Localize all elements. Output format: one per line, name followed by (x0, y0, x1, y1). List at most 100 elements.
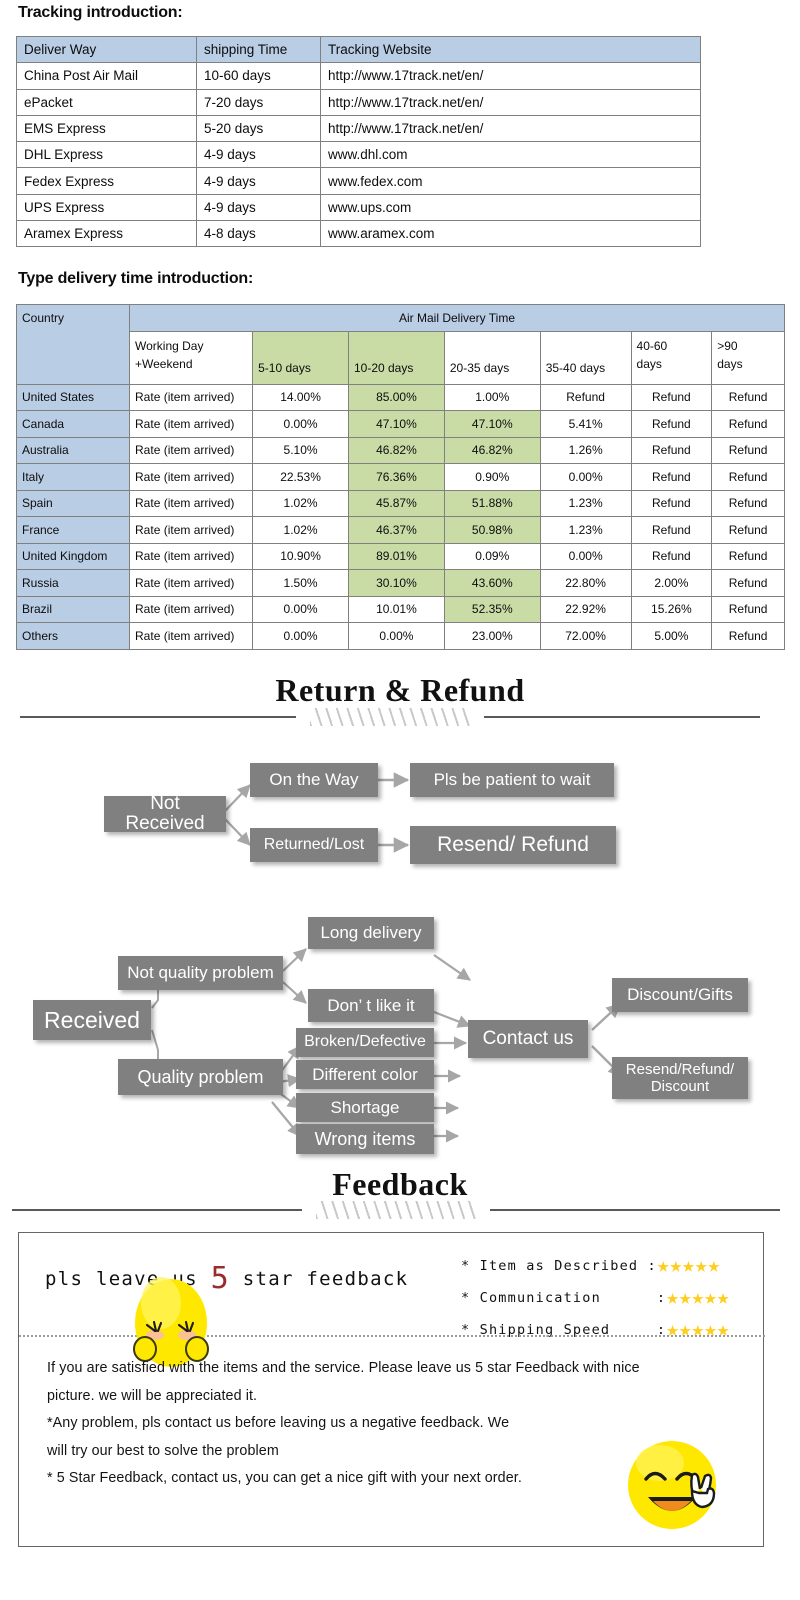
table-row: Spain Rate (item arrived) 1.02% 45.87% 51.88… (15, 489, 785, 517)
delivery-value-cell: 23.00% (443, 622, 541, 650)
delivery-sub-header: >90 days (711, 330, 785, 385)
flow-box-quality-problem: Quality problem (118, 1059, 283, 1095)
feedback-lead-post: star feedback (229, 1268, 409, 1290)
delivery-value-cell: 30.10% (347, 569, 445, 597)
delivery-value-cell: 1.02% (252, 516, 349, 544)
tracking-cell: 4-9 days (196, 167, 321, 195)
flow-box-different-color: Different color (296, 1060, 434, 1089)
delivery-value-cell: Refund (630, 489, 713, 517)
delivery-value-cell: 2.00% (630, 569, 713, 597)
delivery-value-cell: Refund (711, 489, 785, 517)
table-row: EMS Express 5-20 days http://www.17track.n… (16, 114, 701, 143)
delivery-country-cell: France (15, 516, 131, 544)
flow-box-wrong-items: Wrong items (296, 1124, 434, 1154)
delivery-value-cell: 46.82% (347, 436, 445, 464)
tracking-website-cell[interactable]: http://www.17track.net/en/ (320, 88, 701, 116)
delivery-value-cell: Refund (711, 436, 785, 464)
delivery-value-cell: 1.26% (539, 436, 632, 464)
divider-hatch (316, 1201, 476, 1219)
tracking-website-cell[interactable]: http://www.17track.net/en/ (320, 62, 701, 90)
tracking-cell: 10-60 days (196, 62, 321, 90)
flow-box-returned-lost: Returned/Lost (250, 828, 378, 862)
flow-box-broken-defective: Broken/Defective (296, 1028, 434, 1057)
delivery-value-cell: Refund (630, 436, 713, 464)
table-row: Fedex Express 4-9 days www.fedex.com (16, 167, 701, 195)
tracking-website-cell[interactable]: http://www.17track.net/en/ (320, 114, 701, 143)
divider-hatch (310, 708, 470, 726)
tracking-cell: ePacket (16, 88, 197, 116)
flow-box-not-quality-problem: Not quality problem (118, 956, 283, 990)
delivery-country-cell: Brazil (15, 595, 131, 623)
delivery-value-cell: 0.00% (347, 622, 445, 650)
table-row: Italy Rate (item arrived) 22.53% 76.36% 0.90… (15, 463, 785, 491)
tracking-cell: Aramex Express (16, 220, 197, 248)
tracking-website-cell[interactable]: www.dhl.com (320, 141, 701, 169)
delivery-heading: Type delivery time introduction: (18, 270, 254, 287)
delivery-country-cell: United Kingdom (15, 542, 131, 570)
table-row: UPS Express 4-9 days www.ups.com (16, 193, 701, 222)
table-row: Brazil Rate (item arrived) 0.00% 10.01% 52.3… (15, 595, 785, 623)
rating-stars: ★★★★★ (666, 1285, 730, 1309)
delivery-value-cell: 1.00% (443, 383, 541, 411)
delivery-value-cell: 43.60% (443, 569, 541, 597)
delivery-value-cell: Refund (711, 516, 785, 544)
delivery-value-cell: 5.00% (630, 622, 713, 650)
divider-rule-left (20, 716, 296, 718)
tracking-website-cell[interactable]: www.fedex.com (320, 167, 701, 195)
product-shipping-info-page: Tracking introduction: Deliver Way shippi… (0, 0, 800, 1600)
tracking-cell: Fedex Express (16, 167, 197, 195)
delivery-value-cell: 47.10% (443, 410, 541, 438)
delivery-rate-label-cell: Rate (item arrived) (129, 622, 254, 650)
feedback-title: Feedback (332, 1166, 468, 1202)
flow-box-pls-wait: Pls be patient to wait (410, 763, 614, 797)
return-refund-title: Return & Refund (275, 672, 525, 708)
tracking-cell: EMS Express (16, 114, 197, 143)
delivery-value-cell: Refund (711, 542, 785, 570)
rating-row-communication: * Communication : ★★★★★ (461, 1287, 729, 1308)
tracking-cell: 5-20 days (196, 114, 321, 143)
flow-box-resend-refund-discount: Resend/Refund/ Discount (612, 1057, 748, 1099)
delivery-rate-label-cell: Rate (item arrived) (129, 410, 254, 438)
delivery-value-cell: 47.10% (347, 410, 445, 438)
delivery-rate-label-cell: Rate (item arrived) (129, 489, 254, 517)
divider-rule-left (12, 1209, 302, 1211)
delivery-value-cell: 89.01% (347, 542, 445, 570)
table-row: China Post Air Mail 10-60 days http://www.… (16, 62, 701, 90)
delivery-value-cell: 1.02% (252, 489, 349, 517)
table-row: Aramex Express 4-8 days www.aramex.com (16, 220, 701, 248)
delivery-rate-label-cell: Rate (item arrived) (129, 516, 254, 544)
delivery-value-cell: 72.00% (539, 622, 632, 650)
table-row: Russia Rate (item arrived) 1.50% 30.10% 43.6… (15, 569, 785, 597)
delivery-value-cell: Refund (711, 463, 785, 491)
tracking-cell: UPS Express (16, 193, 197, 222)
delivery-rate-label-cell: Rate (item arrived) (129, 542, 254, 570)
flow-box-shortage: Shortage (296, 1093, 434, 1122)
delivery-value-cell: 5.41% (539, 410, 632, 438)
feedback-body-line: If you are satisfied with the items and … (47, 1360, 640, 1376)
rating-row-item-as-described: * Item as Described : ★★★★★ (461, 1255, 720, 1276)
tracking-website-cell[interactable]: www.aramex.com (320, 220, 701, 248)
flow-box-resend-refund: Resend/ Refund (410, 826, 616, 864)
delivery-value-cell: 46.37% (347, 516, 445, 544)
delivery-value-cell: Refund (630, 410, 713, 438)
delivery-value-cell: Refund (711, 622, 785, 650)
delivery-value-cell: 51.88% (443, 489, 541, 517)
delivery-rate-label-cell: Rate (item arrived) (129, 383, 254, 411)
delivery-value-cell: 1.23% (539, 516, 632, 544)
delivery-value-cell: 0.00% (539, 542, 632, 570)
delivery-value-cell: 22.92% (539, 595, 632, 623)
rating-stars: ★★★★★ (656, 1253, 721, 1277)
table-row: United States Rate (item arrived) 14.00% 85… (15, 383, 785, 411)
rating-label: * Item as Described : (461, 1257, 657, 1274)
feedback-card: pls leave us 5 star feedback * Item as D… (18, 1232, 765, 1547)
tracking-cell: 4-8 days (196, 220, 321, 248)
delivery-value-cell: Refund (711, 383, 785, 411)
tracking-col-header: Tracking Website (320, 35, 701, 64)
delivery-rate-label-cell: Rate (item arrived) (129, 436, 254, 464)
feedback-divider (12, 1201, 780, 1219)
not-received-flowchart: Not Received On the Way Pls be patient t… (0, 745, 800, 885)
table-row: France Rate (item arrived) 1.02% 46.37% 50.9… (15, 516, 785, 544)
tracking-website-cell[interactable]: www.ups.com (320, 193, 701, 222)
delivery-value-cell: Refund (630, 542, 713, 570)
delivery-value-cell: Refund (630, 516, 713, 544)
